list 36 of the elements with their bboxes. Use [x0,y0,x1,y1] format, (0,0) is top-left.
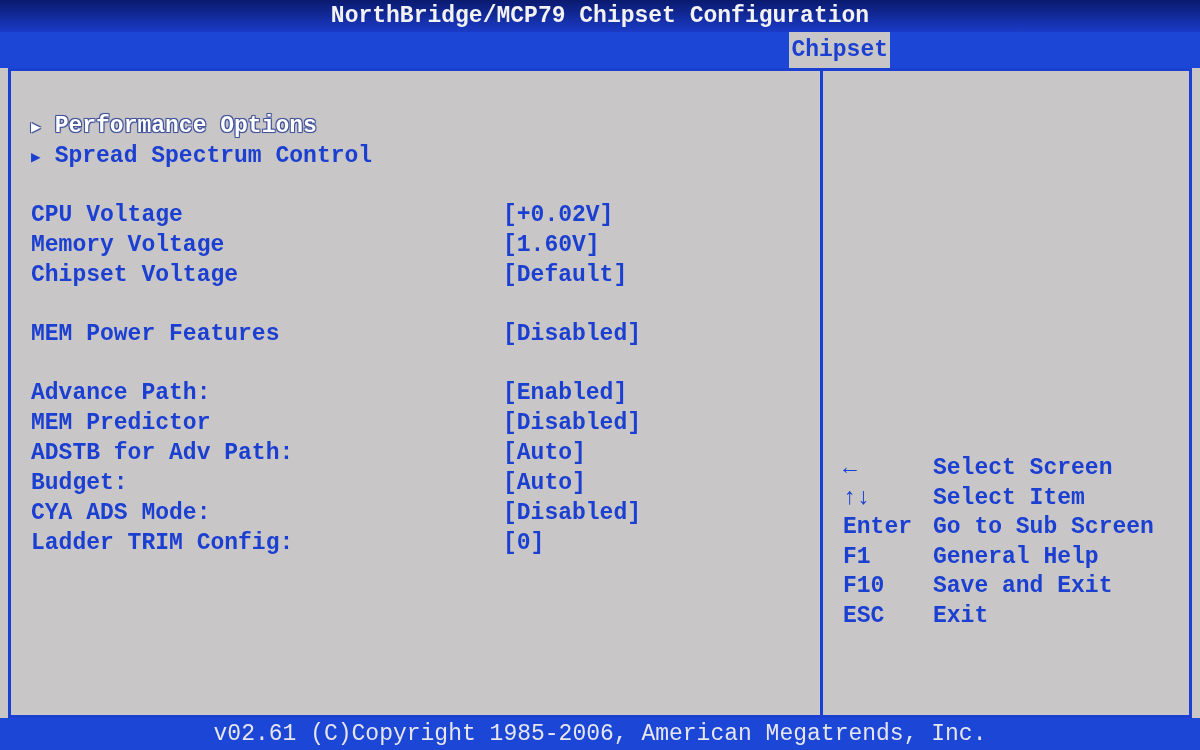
help-key: ESC [843,601,933,631]
setting-value[interactable]: [Auto] [503,438,586,468]
setting-label[interactable]: Chipset Voltage [31,260,503,290]
window-title: NorthBridge/MCP79 Chipset Configuration [0,0,1200,32]
help-text: Go to Sub Screen [933,513,1155,542]
help-key: F1 [843,542,933,572]
setting-value[interactable]: [Disabled] [503,319,642,349]
setting-label[interactable]: CPU Voltage [31,200,503,230]
setting-value[interactable]: [Disabled] [503,408,642,438]
submenu-item[interactable]: ▶ Spread Spectrum Control [31,141,373,171]
setting-value[interactable]: [Auto] [503,468,586,498]
setting-label[interactable]: Memory Voltage [31,230,503,260]
copyright-text: v02.61 (C)Copyright 1985-2006, American Megatrends, Inc. [0,718,1200,750]
setting-value[interactable]: [0] [503,528,545,558]
setting-value[interactable]: [1.60V] [503,230,600,260]
tab[interactable]: Chipset [789,32,890,68]
help-text: General Help [933,542,1100,572]
setting-value[interactable]: [Enabled] [503,378,628,408]
setting-value[interactable]: [+0.02V] [503,200,614,230]
setting-value[interactable]: [Default] [503,260,628,290]
help-text: Select Screen [933,454,1114,483]
setting-label[interactable]: Advance Path: [31,378,503,408]
setting-label[interactable]: MEM Power Features [31,319,503,349]
setting-label[interactable]: MEM Predictor [31,408,503,438]
help-text: Exit [933,601,990,631]
help-key: ← [843,454,933,484]
setting-label[interactable]: Budget: [31,468,503,498]
help-key: Enter [843,513,933,543]
help-key: F10 [843,572,933,602]
setting-label[interactable]: ADSTB for Adv Path: [31,438,503,468]
help-text: Save and Exit [933,572,1114,601]
help-text: Select Item [933,483,1086,513]
help-key: ↑↓ [843,483,933,513]
setting-value[interactable]: [Disabled] [503,498,642,528]
setting-label[interactable]: Ladder TRIM Config: [31,528,503,558]
setting-label[interactable]: CYA ADS Mode: [31,498,503,528]
